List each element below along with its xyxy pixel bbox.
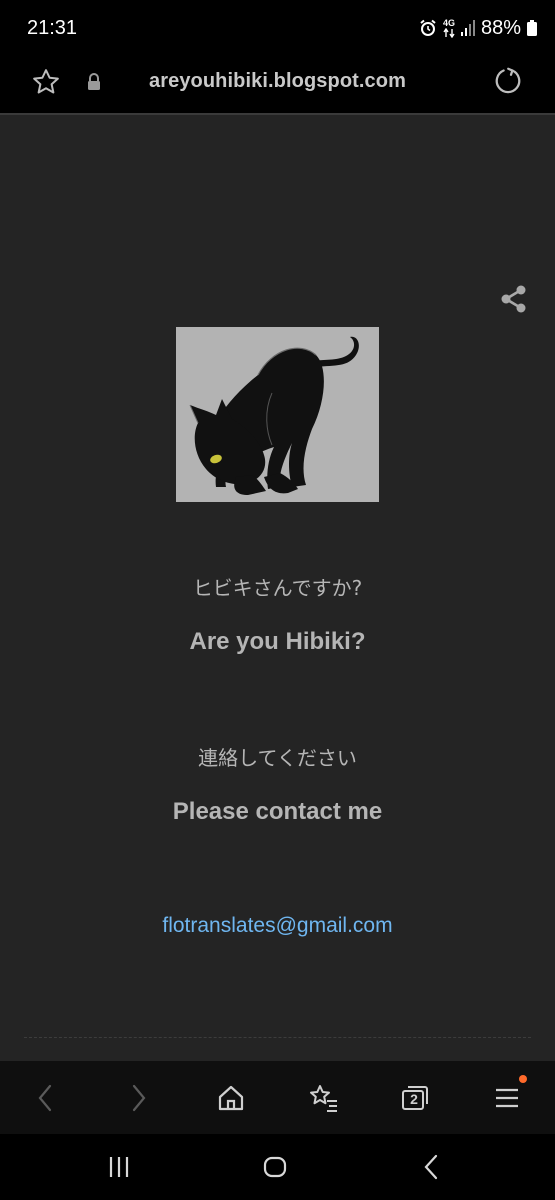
contact-japanese: 連絡してください	[198, 746, 357, 770]
black-cat-image	[176, 327, 379, 502]
forward-arrow-icon[interactable]	[122, 1081, 156, 1115]
share-icon[interactable]	[498, 283, 530, 320]
status-icons: 4G 88%	[419, 16, 537, 40]
tab-count: 2	[410, 1091, 418, 1107]
battery-icon	[527, 20, 537, 36]
nav-home-icon[interactable]	[260, 1152, 290, 1182]
alarm-icon	[419, 19, 437, 37]
email-link[interactable]: flotranslates@gmail.com	[0, 914, 555, 938]
notification-dot	[519, 1075, 527, 1083]
tabs-icon[interactable]: 2	[398, 1081, 432, 1115]
back-arrow-icon[interactable]	[28, 1081, 62, 1115]
web-page-content: ヒビキさんですか? Are you Hibiki? 連絡してください Pleas…	[0, 115, 555, 1061]
question-english: Are you Hibiki?	[189, 628, 366, 655]
nav-back-icon[interactable]	[416, 1152, 446, 1182]
home-icon[interactable]	[214, 1081, 248, 1115]
browser-toolbar: 2	[0, 1061, 555, 1134]
url-field[interactable]: areyouhibiki.blogspot.com	[0, 70, 555, 93]
signal-icon	[460, 20, 475, 36]
battery-percent: 88%	[480, 16, 521, 39]
menu-icon[interactable]	[490, 1081, 524, 1115]
address-bar: areyouhibiki.blogspot.com	[0, 56, 555, 115]
network-type: 4G	[442, 17, 455, 28]
status-bar: 21:31 4G 88%	[0, 0, 555, 56]
phone-screen: 21:31 4G 88% areyouhibiki.blogspot.com ヒ…	[0, 0, 555, 1200]
contact-english: Please contact me	[172, 798, 383, 825]
question-japanese: ヒビキさんですか?	[192, 576, 363, 600]
network-4g-icon: 4G	[442, 17, 455, 38]
bookmarks-icon[interactable]	[306, 1081, 340, 1115]
status-time: 21:31	[27, 17, 78, 39]
system-nav-bar	[0, 1134, 555, 1200]
recents-icon[interactable]	[104, 1152, 134, 1182]
reload-icon[interactable]	[493, 66, 523, 101]
page-divider	[24, 1037, 531, 1038]
